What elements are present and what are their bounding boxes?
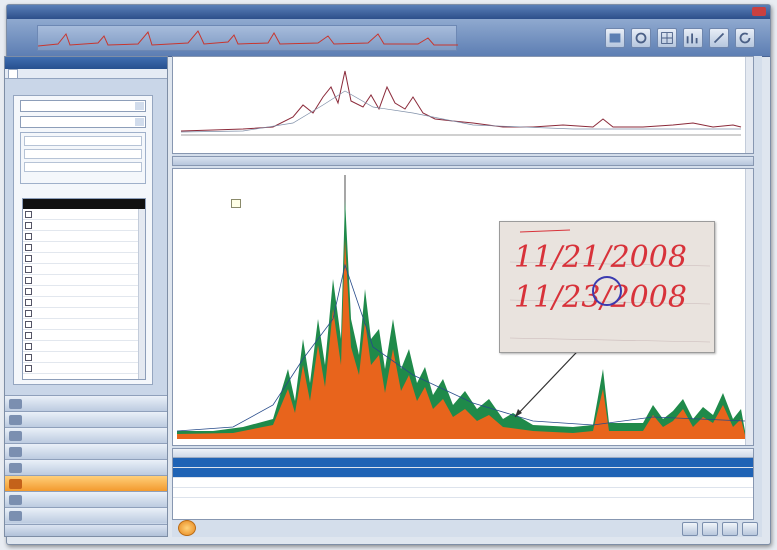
left-nav [5,395,167,523]
list-item[interactable] [23,253,145,264]
left-pane-tabs [5,69,167,79]
overview-spectrum-plot [180,70,742,136]
view-toggle-button[interactable] [682,522,698,536]
checkbox[interactable] [25,354,32,361]
close-button[interactable] [752,7,766,16]
overview-spectrum-panel [172,56,754,154]
checkbox[interactable] [25,321,32,328]
nav-item[interactable] [5,411,167,427]
checkbox[interactable] [25,222,32,229]
nav-item[interactable] [5,395,167,411]
overview-scrollbar[interactable] [745,57,753,153]
bottom-toolbar [172,522,758,536]
list-item[interactable] [23,209,145,220]
list-item[interactable] [23,264,145,275]
list-item[interactable] [23,341,145,352]
search-options-group [20,132,146,184]
list-item[interactable] [23,308,145,319]
left-pane-footer [5,524,167,536]
workspace: 11/21/2008 11/23/2008 [172,56,762,537]
settings-icon[interactable] [631,28,651,48]
nav-item[interactable] [5,459,167,475]
checkbox[interactable] [25,332,32,339]
nav-item[interactable] [5,427,167,443]
chevron-down-icon[interactable] [135,102,144,110]
refresh-icon[interactable] [735,28,755,48]
table-row[interactable] [173,468,753,478]
handwriting-sample-image: 11/21/2008 11/23/2008 [499,221,715,353]
checkbox[interactable] [25,343,32,350]
results-scrollbar[interactable] [138,209,145,379]
grid-icon[interactable] [657,28,677,48]
checkbox[interactable] [25,211,32,218]
handwritten-date-1: 11/21/2008 [514,240,687,275]
results-table [172,448,754,520]
checkbox[interactable] [25,266,32,273]
list-item[interactable] [23,352,145,363]
main-scrollbar[interactable] [745,169,753,445]
toolbar [7,19,770,57]
highlight-circle [592,276,622,306]
checkbox[interactable] [25,299,32,306]
main-panel-caption [172,156,754,166]
chart-icon[interactable] [683,28,703,48]
search-scope-select[interactable] [20,116,146,128]
search-panel [13,95,153,385]
table-header [173,449,753,458]
list-item[interactable] [23,286,145,297]
list-item[interactable] [23,231,145,242]
toolbar-spectrum-icon [37,30,458,47]
folder-button[interactable] [702,522,718,536]
left-pane [4,56,168,537]
option-field[interactable] [24,162,142,172]
title-bar [7,5,770,19]
checkbox[interactable] [25,365,32,372]
chevron-down-icon[interactable] [135,118,144,126]
nav-icon [9,511,22,521]
nav-icon [9,415,22,425]
checkbox[interactable] [25,277,32,284]
table-row[interactable] [173,458,753,468]
tab-search[interactable] [8,69,18,78]
list-item[interactable] [23,242,145,253]
view-icon[interactable] [605,28,625,48]
list-item[interactable] [23,220,145,231]
nav-icon [9,463,22,473]
table-row[interactable] [173,478,753,488]
option-field[interactable] [24,149,142,159]
nav-icon [9,479,22,489]
checkbox[interactable] [25,233,32,240]
option-field[interactable] [24,136,142,146]
nav-item[interactable] [5,443,167,459]
results-list-header [23,199,145,209]
nav-icon [9,431,22,441]
checkbox[interactable] [25,288,32,295]
nav-item-active[interactable] [5,475,167,491]
list-item[interactable] [23,275,145,286]
list-item[interactable] [23,319,145,330]
nav-item[interactable] [5,491,167,507]
export-button[interactable] [722,522,738,536]
search-type-select[interactable] [20,100,146,112]
results-list [22,198,146,380]
help-button[interactable] [742,522,758,536]
nav-icon [9,495,22,505]
checkbox[interactable] [25,310,32,317]
table-row[interactable] [173,488,753,498]
checkbox[interactable] [25,255,32,262]
nav-item[interactable] [5,507,167,523]
left-pane-header [5,57,167,69]
checkbox[interactable] [25,244,32,251]
tools-icon[interactable] [709,28,729,48]
list-item[interactable] [23,330,145,341]
toolbar-spectrum-preview [37,25,458,51]
list-item[interactable] [23,363,145,374]
nav-icon [9,399,22,409]
list-item[interactable] [23,297,145,308]
nav-icon [9,447,22,457]
main-spectrum-panel: 11/21/2008 11/23/2008 [172,168,754,446]
